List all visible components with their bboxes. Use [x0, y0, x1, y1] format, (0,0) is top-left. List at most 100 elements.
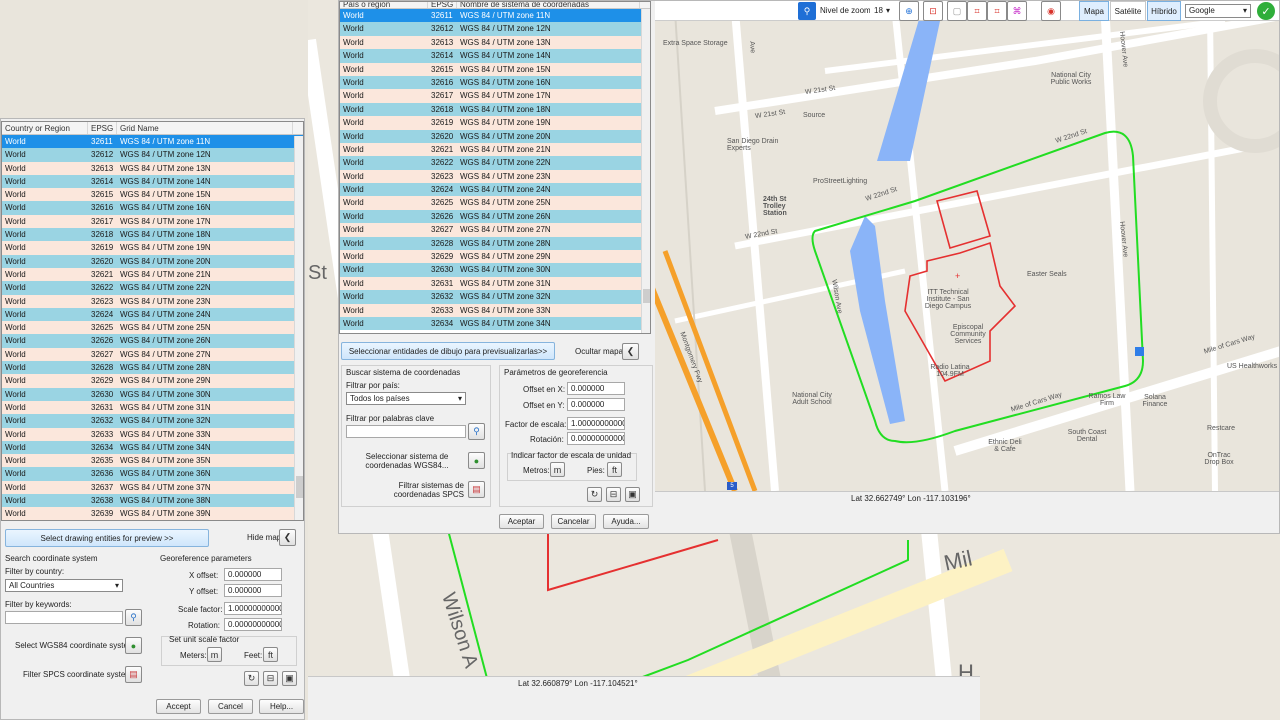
table-row[interactable]: World 32633 WGS 84 / UTM zone 33N	[340, 303, 650, 317]
bus-stop-icon[interactable]	[1135, 347, 1144, 356]
table-row[interactable]: World 32628 WGS 84 / UTM zone 28N	[2, 361, 303, 375]
table-row[interactable]: World 32638 WGS 84 / UTM zone 38N	[2, 494, 303, 508]
zoom-in-map-button[interactable]: ⊕	[899, 1, 919, 21]
table-row[interactable]: World 32623 WGS 84 / UTM zone 23N	[340, 169, 650, 184]
table-row[interactable]: World 32620 WGS 84 / UTM zone 20N	[340, 129, 650, 143]
table-row[interactable]: World 32614 WGS 84 / UTM zone 14N	[340, 49, 650, 63]
right-open-button[interactable]: ⊟	[606, 487, 621, 502]
right-search-button[interactable]: ⚲	[468, 423, 485, 440]
table-row[interactable]: World 32631 WGS 84 / UTM zone 31N	[2, 400, 303, 415]
right-accept-button[interactable]: Aceptar	[499, 514, 544, 529]
map-type-hybrid-button[interactable]: Híbrido	[1147, 1, 1181, 21]
table-row[interactable]: World 32613 WGS 84 / UTM zone 13N	[2, 161, 303, 175]
left-filter-spcs-button[interactable]: ▤	[125, 666, 142, 683]
right-coordinate-grid[interactable]: País o región EPSG Nombre de sistema de …	[339, 1, 651, 334]
table-row[interactable]: World 32637 WGS 84 / UTM zone 37N	[2, 480, 303, 495]
left-select-wgs84-button[interactable]: ●	[125, 637, 142, 654]
table-row[interactable]: World 32629 WGS 84 / UTM zone 29N	[340, 250, 650, 264]
left-scroll-thumb[interactable]	[296, 476, 303, 498]
table-row[interactable]: World 32613 WGS 84 / UTM zone 13N	[340, 35, 650, 50]
table-row[interactable]: World 32632 WGS 84 / UTM zone 32N	[2, 414, 303, 428]
left-rotation-input[interactable]: 0.000000000000	[224, 618, 282, 631]
left-open-button[interactable]: ⊟	[263, 671, 278, 686]
left-hide-map-button[interactable]: ❮	[279, 529, 296, 546]
table-row[interactable]: World 32611 WGS 84 / UTM zone 11N	[2, 135, 303, 149]
table-row[interactable]: World 32622 WGS 84 / UTM zone 22N	[340, 156, 650, 170]
table-row[interactable]: World 32630 WGS 84 / UTM zone 30N	[340, 263, 650, 277]
right-col-epsg[interactable]: EPSG	[428, 2, 457, 9]
right-col-gridname[interactable]: Nombre de sistema de coordenadas	[457, 2, 640, 9]
table-row[interactable]: World 32633 WGS 84 / UTM zone 33N	[2, 427, 303, 441]
table-row[interactable]: World 32620 WGS 84 / UTM zone 20N	[2, 254, 303, 268]
table-row[interactable]: World 32625 WGS 84 / UTM zone 25N	[340, 196, 650, 210]
table-row[interactable]: World 32618 WGS 84 / UTM zone 18N	[2, 228, 303, 242]
table-row[interactable]: World 32631 WGS 84 / UTM zone 31N	[340, 276, 650, 291]
table-row[interactable]: World 32639 WGS 84 / UTM zone 39N	[2, 507, 303, 520]
right-x-offset-input[interactable]: 0.000000	[567, 382, 625, 395]
table-row[interactable]: World 32618 WGS 84 / UTM zone 18N	[340, 102, 650, 117]
table-row[interactable]: World 32636 WGS 84 / UTM zone 36N	[2, 467, 303, 481]
move-red-button[interactable]: ⌗	[987, 1, 1007, 21]
map-type-satellite-button[interactable]: Satélite	[1110, 1, 1146, 21]
table-row[interactable]: World 32619 WGS 84 / UTM zone 19N	[340, 116, 650, 130]
table-row[interactable]: World 32615 WGS 84 / UTM zone 15N	[340, 62, 650, 76]
right-meters-button[interactable]: m	[550, 462, 565, 477]
map-type-map-button[interactable]: Mapa	[1079, 1, 1109, 21]
left-grid-scrollbar[interactable]	[294, 136, 303, 520]
zoom-entities-button[interactable]: ⊡	[923, 1, 943, 21]
layer-button[interactable]: ▢	[947, 1, 967, 21]
right-preview-button[interactable]: Seleccionar entidades de dibujo para pre…	[341, 342, 555, 360]
table-row[interactable]: World 32616 WGS 84 / UTM zone 16N	[2, 201, 303, 215]
confirm-button[interactable]: ✓	[1257, 2, 1275, 20]
left-cancel-button[interactable]: Cancel	[208, 699, 253, 714]
left-col-epsg[interactable]: EPSG	[88, 122, 117, 134]
table-row[interactable]: World 32625 WGS 84 / UTM zone 25N	[2, 321, 303, 335]
map-view[interactable]: Extra Space Storage W 21st St W 21st St …	[655, 21, 1279, 491]
table-row[interactable]: World 32621 WGS 84 / UTM zone 21N	[2, 267, 303, 282]
table-row[interactable]: World 32619 WGS 84 / UTM zone 19N	[2, 241, 303, 255]
left-col-gridname[interactable]: Grid Name	[117, 122, 293, 134]
table-row[interactable]: World 32635 WGS 84 / UTM zone 35N	[2, 454, 303, 468]
table-row[interactable]: World 32614 WGS 84 / UTM zone 14N	[2, 174, 303, 189]
right-hide-map-button[interactable]: ❮	[622, 343, 639, 360]
table-row[interactable]: World 32629 WGS 84 / UTM zone 29N	[2, 374, 303, 388]
rotate-red-button[interactable]: ⌘	[1007, 1, 1027, 21]
table-row[interactable]: World 32624 WGS 84 / UTM zone 24N	[340, 183, 650, 197]
table-row[interactable]: World 32634 WGS 84 / UTM zone 34N	[340, 316, 650, 331]
table-row[interactable]: World 32623 WGS 84 / UTM zone 23N	[2, 294, 303, 308]
table-row[interactable]: World 32626 WGS 84 / UTM zone 26N	[2, 334, 303, 348]
left-col-country[interactable]: Country or Region	[2, 122, 88, 134]
map-provider-select[interactable]: Google	[1185, 4, 1251, 18]
table-row[interactable]: World 32632 WGS 84 / UTM zone 32N	[340, 290, 650, 304]
right-y-offset-input[interactable]: 0.000000	[567, 398, 625, 411]
capture-button[interactable]: ◉	[1041, 1, 1061, 21]
right-help-button[interactable]: Ayuda...	[603, 514, 649, 529]
left-country-select[interactable]: All Countries	[5, 579, 123, 592]
table-row[interactable]: World 32612 WGS 84 / UTM zone 12N	[340, 22, 650, 36]
table-row[interactable]: World 32616 WGS 84 / UTM zone 16N	[340, 75, 650, 90]
table-row[interactable]: World 32626 WGS 84 / UTM zone 26N	[340, 209, 650, 224]
left-keywords-input[interactable]	[5, 611, 123, 624]
left-refresh-button[interactable]: ↻	[244, 671, 259, 686]
zoom-level-select[interactable]: 18	[870, 4, 894, 17]
table-row[interactable]: World 32622 WGS 84 / UTM zone 22N	[2, 281, 303, 295]
left-save-button[interactable]: ▣	[282, 671, 297, 686]
left-search-button[interactable]: ⚲	[125, 609, 142, 626]
right-select-wgs84-button[interactable]: ●	[468, 452, 485, 469]
right-refresh-button[interactable]: ↻	[587, 487, 602, 502]
table-row[interactable]: World 32634 WGS 84 / UTM zone 34N	[2, 440, 303, 455]
right-feet-button[interactable]: ft	[607, 462, 622, 477]
table-row[interactable]: World 32624 WGS 84 / UTM zone 24N	[2, 307, 303, 322]
table-row[interactable]: World 32612 WGS 84 / UTM zone 12N	[2, 148, 303, 162]
table-row[interactable]: World 32615 WGS 84 / UTM zone 15N	[2, 188, 303, 202]
left-coordinate-grid[interactable]: Country or Region EPSG Grid Name World 32…	[1, 121, 304, 521]
right-rotation-input[interactable]: 0.000000000000	[567, 432, 625, 445]
left-accept-button[interactable]: Accept	[156, 699, 201, 714]
right-save-button[interactable]: ▣	[625, 487, 640, 502]
right-keywords-input[interactable]	[346, 425, 466, 438]
left-help-button[interactable]: Help...	[259, 699, 304, 714]
right-grid-scrollbar[interactable]	[641, 9, 650, 333]
table-row[interactable]: World 32627 WGS 84 / UTM zone 27N	[2, 347, 303, 362]
left-preview-button[interactable]: Select drawing entities for preview >>	[5, 529, 209, 547]
right-scale-input[interactable]: 1.000000000000	[567, 417, 625, 430]
